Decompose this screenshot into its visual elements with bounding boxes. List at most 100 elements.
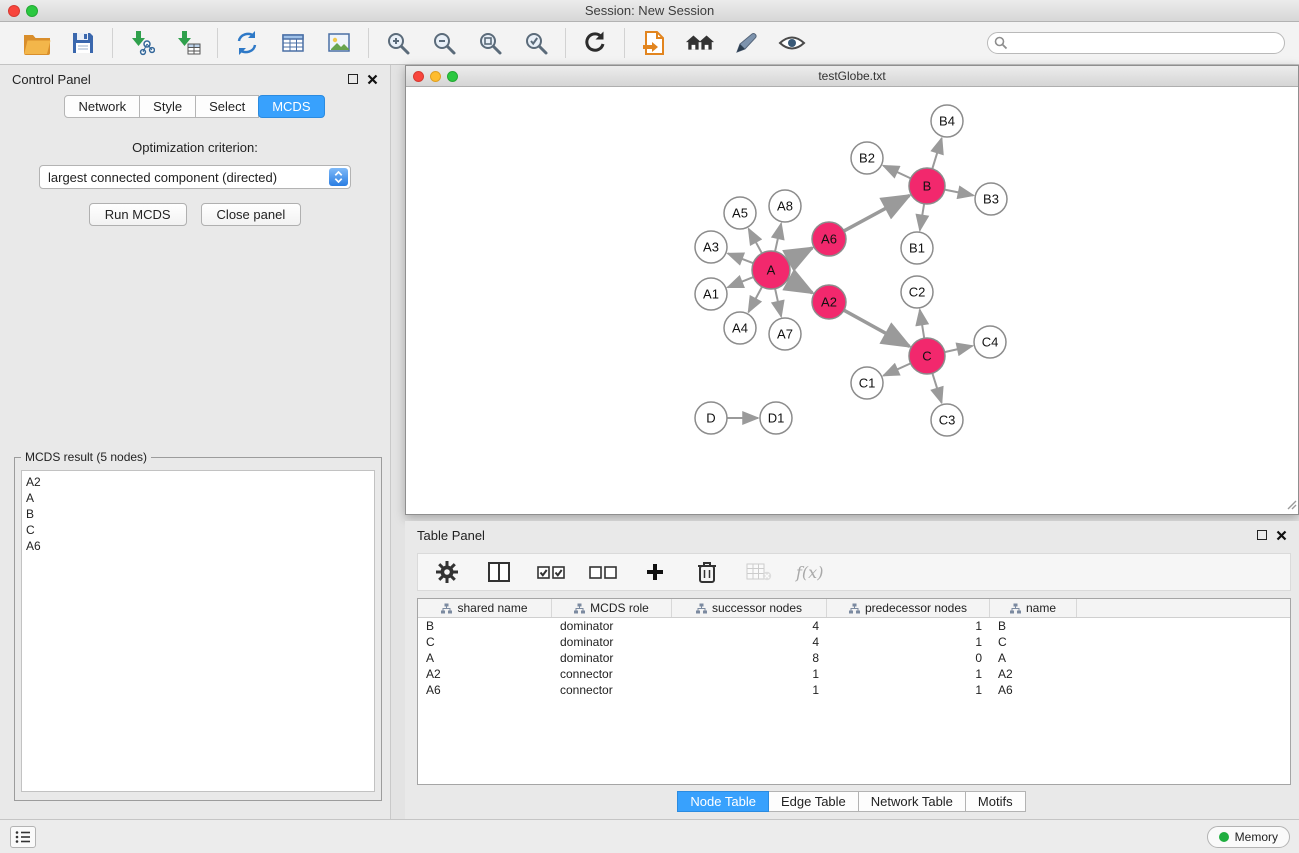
close-table-panel-icon[interactable] bbox=[1276, 530, 1287, 541]
zoom-out-icon[interactable] bbox=[429, 28, 459, 58]
node-B2[interactable]: B2 bbox=[851, 142, 883, 174]
columns-icon[interactable] bbox=[484, 557, 514, 587]
table-cell[interactable]: connector bbox=[552, 683, 672, 697]
node-A8[interactable]: A8 bbox=[769, 190, 801, 222]
edge-A6-B[interactable] bbox=[844, 196, 909, 231]
edge-C-C2[interactable] bbox=[920, 310, 924, 338]
add-column-icon[interactable] bbox=[640, 557, 670, 587]
folder-open-icon[interactable] bbox=[22, 28, 52, 58]
tab-node-table[interactable]: Node Table bbox=[677, 791, 769, 812]
table-cell[interactable]: B bbox=[418, 619, 552, 633]
table-cell[interactable]: 1 bbox=[672, 683, 827, 697]
column-header-MCDS-role[interactable]: MCDS role bbox=[552, 599, 672, 617]
pen-icon[interactable] bbox=[731, 28, 761, 58]
edge-A-A8[interactable] bbox=[775, 224, 781, 252]
node-A6[interactable]: A6 bbox=[812, 222, 846, 256]
node-A2[interactable]: A2 bbox=[812, 285, 846, 319]
table-cell[interactable]: B bbox=[990, 619, 1077, 633]
zoom-window-icon[interactable] bbox=[26, 5, 38, 17]
deselect-all-icon[interactable] bbox=[588, 557, 618, 587]
edge-B-B2[interactable] bbox=[883, 166, 910, 179]
network-arrows-icon[interactable] bbox=[232, 28, 262, 58]
node-A5[interactable]: A5 bbox=[724, 197, 756, 229]
table-cell[interactable]: 1 bbox=[827, 667, 990, 681]
import-table-icon[interactable] bbox=[173, 28, 203, 58]
homes-icon[interactable] bbox=[685, 28, 715, 58]
node-D[interactable]: D bbox=[695, 402, 727, 434]
table-cell[interactable]: A2 bbox=[418, 667, 552, 681]
optimization-criterion-dropdown[interactable]: largest connected component (directed) bbox=[39, 165, 351, 189]
edge-B-B4[interactable] bbox=[932, 138, 941, 169]
edge-A-A1[interactable] bbox=[728, 277, 754, 287]
node-A4[interactable]: A4 bbox=[724, 312, 756, 344]
column-header-name[interactable]: name bbox=[990, 599, 1077, 617]
tab-network-table[interactable]: Network Table bbox=[858, 791, 966, 812]
mcds-result-item[interactable]: A bbox=[22, 490, 374, 506]
zoom-in-icon[interactable] bbox=[383, 28, 413, 58]
edge-B-B3[interactable] bbox=[945, 190, 974, 196]
table-cell[interactable]: 4 bbox=[672, 619, 827, 633]
edge-C-C4[interactable] bbox=[945, 346, 973, 352]
resize-grip-icon[interactable] bbox=[1285, 498, 1297, 513]
memory-button[interactable]: Memory bbox=[1207, 826, 1290, 848]
zoom-network-window-icon[interactable] bbox=[447, 71, 458, 82]
column-header-shared-name[interactable]: shared name bbox=[418, 599, 552, 617]
node-C[interactable]: C bbox=[909, 338, 945, 374]
search-input[interactable] bbox=[987, 32, 1285, 54]
table-cell[interactable]: 1 bbox=[827, 683, 990, 697]
edge-A-A5[interactable] bbox=[749, 229, 762, 253]
delete-table-icon[interactable] bbox=[744, 557, 774, 587]
document-icon[interactable] bbox=[639, 28, 669, 58]
node-D1[interactable]: D1 bbox=[760, 402, 792, 434]
table-row-C[interactable]: Cdominator41C bbox=[418, 634, 1290, 650]
table-cell[interactable]: 1 bbox=[827, 619, 990, 633]
edge-A-A2[interactable] bbox=[788, 279, 813, 293]
edge-A-A3[interactable] bbox=[728, 253, 753, 263]
run-mcds-button[interactable]: Run MCDS bbox=[89, 203, 187, 226]
network-canvas[interactable]: ABCA6A2A1A3A4A5A7A8B1B2B3B4C1C2C3C4DD1 bbox=[406, 87, 1298, 514]
table-cell[interactable]: A bbox=[990, 651, 1077, 665]
float-panel-icon[interactable] bbox=[348, 74, 358, 84]
eye-icon[interactable] bbox=[777, 28, 807, 58]
tab-mcds[interactable]: MCDS bbox=[258, 95, 324, 118]
close-panel-button[interactable]: Close panel bbox=[201, 203, 302, 226]
column-header-successor-nodes[interactable]: successor nodes bbox=[672, 599, 827, 617]
node-C1[interactable]: C1 bbox=[851, 367, 883, 399]
select-all-icon[interactable] bbox=[536, 557, 566, 587]
network-table-icon[interactable] bbox=[278, 28, 308, 58]
task-history-button[interactable] bbox=[10, 826, 36, 848]
table-cell[interactable]: 4 bbox=[672, 635, 827, 649]
network-graph[interactable]: ABCA6A2A1A3A4A5A7A8B1B2B3B4C1C2C3C4DD1 bbox=[406, 87, 1298, 514]
table-cell[interactable]: dominator bbox=[552, 651, 672, 665]
edge-A-A6[interactable] bbox=[788, 248, 812, 261]
window-titlebar[interactable]: Session: New Session bbox=[0, 0, 1299, 22]
node-A7[interactable]: A7 bbox=[769, 318, 801, 350]
table-row-A6[interactable]: A6connector11A6 bbox=[418, 682, 1290, 698]
minimize-network-window-icon[interactable] bbox=[430, 71, 441, 82]
node-A3[interactable]: A3 bbox=[695, 231, 727, 263]
close-window-icon[interactable] bbox=[8, 5, 20, 17]
close-network-window-icon[interactable] bbox=[413, 71, 424, 82]
table-cell[interactable]: C bbox=[990, 635, 1077, 649]
table-cell[interactable]: 0 bbox=[827, 651, 990, 665]
table-cell[interactable]: 1 bbox=[827, 635, 990, 649]
refresh-icon[interactable] bbox=[580, 28, 610, 58]
mcds-result-item[interactable]: A6 bbox=[22, 538, 374, 554]
node-A1[interactable]: A1 bbox=[695, 278, 727, 310]
edge-A-A4[interactable] bbox=[748, 287, 762, 312]
node-A[interactable]: A bbox=[752, 251, 790, 289]
table-cell[interactable]: dominator bbox=[552, 619, 672, 633]
function-builder-icon[interactable]: f(x) bbox=[796, 563, 823, 582]
table-row-A[interactable]: Adominator80A bbox=[418, 650, 1290, 666]
table-cell[interactable]: 8 bbox=[672, 651, 827, 665]
mcds-result-item[interactable]: B bbox=[22, 506, 374, 522]
trash-icon[interactable] bbox=[692, 557, 722, 587]
network-window-titlebar[interactable]: testGlobe.txt bbox=[406, 66, 1298, 87]
zoom-fit-icon[interactable] bbox=[475, 28, 505, 58]
node-C3[interactable]: C3 bbox=[931, 404, 963, 436]
table-cell[interactable]: dominator bbox=[552, 635, 672, 649]
node-B4[interactable]: B4 bbox=[931, 105, 963, 137]
zoom-selected-icon[interactable] bbox=[521, 28, 551, 58]
node-B3[interactable]: B3 bbox=[975, 183, 1007, 215]
table-cell[interactable]: A6 bbox=[990, 683, 1077, 697]
